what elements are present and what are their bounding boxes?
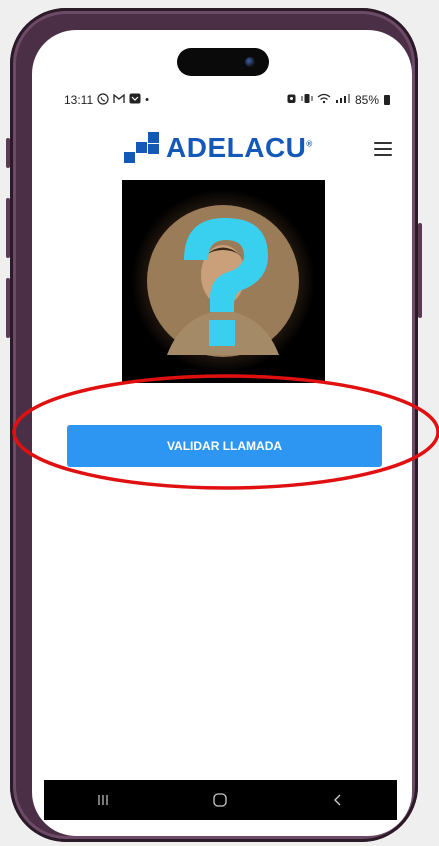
battery-percent: 85% <box>354 93 379 107</box>
action-button <box>6 138 10 168</box>
wifi-icon <box>317 93 331 107</box>
hamburger-menu-icon[interactable] <box>374 142 392 156</box>
logo-mark-icon <box>124 132 159 163</box>
volume-up-button <box>6 198 10 258</box>
back-icon[interactable] <box>318 785 358 815</box>
whatsapp-icon <box>97 92 109 108</box>
vibrate-icon <box>301 93 313 107</box>
phone-screen: 13:11 • 85% ADELACU® VALIDAR LLAMADA <box>32 30 412 836</box>
front-camera <box>245 57 255 67</box>
status-bar: 13:11 • 85% <box>64 90 390 110</box>
phone-frame: 13:11 • 85% ADELACU® VALIDAR LLAMADA <box>6 8 422 842</box>
volume-down-button <box>6 278 10 338</box>
logo-text: ADELACU® <box>166 132 313 163</box>
outlook-icon <box>129 93 141 107</box>
home-icon[interactable] <box>200 785 240 815</box>
dynamic-island <box>177 48 269 76</box>
battery-icon <box>384 95 390 105</box>
gmail-icon <box>113 93 125 107</box>
validate-call-button[interactable]: VALIDAR LLAMADA <box>67 425 382 467</box>
power-button <box>418 223 422 318</box>
signal-icon <box>335 93 351 107</box>
recent-apps-icon[interactable] <box>83 785 123 815</box>
app-header: ADELACU® <box>32 120 412 180</box>
unknown-caller-avatar <box>122 180 325 383</box>
status-time: 13:11 <box>64 93 94 107</box>
notification-dot-icon: • <box>145 94 149 106</box>
android-nav-bar <box>44 780 397 820</box>
adelacu-logo[interactable]: ADELACU® <box>124 128 314 168</box>
alarm-icon <box>286 93 297 107</box>
